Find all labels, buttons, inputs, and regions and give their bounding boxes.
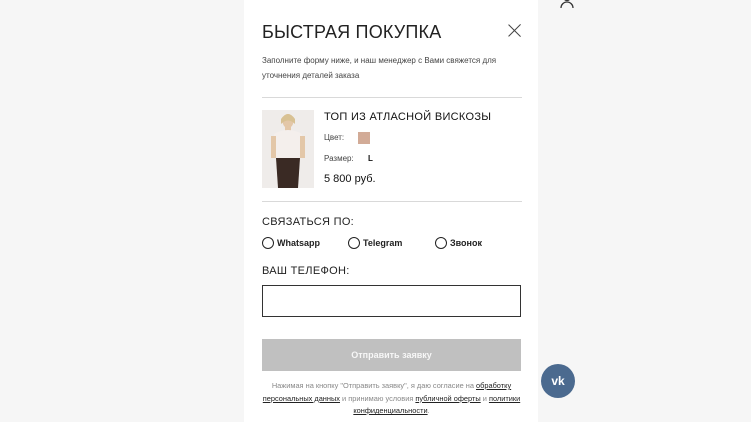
divider [262,97,522,98]
radio-label: Звонок [450,238,482,248]
consent-text-part: . [427,406,430,415]
modal-title: БЫСТРАЯ ПОКУПКА [262,22,442,42]
phone-label: ВАШ ТЕЛЕФОН: [262,265,350,277]
radio-label: Whatsapp [277,238,321,248]
product-name: ТОП ИЗ АТЛАСНОЙ ВИСКОЗЫ [324,111,492,123]
quick-buy-modal: БЫСТРАЯ ПОКУПКА Заполните форму ниже, и … [244,0,538,422]
contact-label: СВЯЗАТЬСЯ ПО: [262,216,355,228]
radio-whatsapp[interactable]: Whatsapp [262,237,320,249]
size-value: L [368,154,373,163]
consent-text-part: и принимаю условия [339,393,416,403]
modal-description: Заполните форму ниже, и наш менеджер с В… [262,56,497,80]
submit-button[interactable]: Отправить заявку [262,339,521,371]
radio-circle [435,237,447,249]
consent-text-part: Нажимая на кнопку "Отправить заявку", я … [271,381,476,390]
color-label: Цвет: [324,133,345,142]
close-icon[interactable] [508,23,522,37]
radio-circle [348,237,360,249]
divider [262,201,522,202]
radio-telegram[interactable]: Telegram [348,237,402,249]
color-swatch [358,132,370,144]
product-price: 5 800 руб. [324,173,376,185]
consent-text: Нажимая на кнопку "Отправить заявку", я … [262,380,521,418]
consent-text-part: и [480,393,489,403]
product-image [262,110,314,188]
radio-label: Telegram [363,238,403,248]
user-icon[interactable] [559,0,575,13]
size-label: Размер: [324,154,354,163]
vk-icon[interactable]: vk [541,364,575,398]
link-public-offer[interactable]: публичной оферты [415,394,480,403]
phone-field[interactable] [262,285,521,317]
radio-call[interactable]: Звонок [435,237,482,249]
radio-circle [262,237,274,249]
